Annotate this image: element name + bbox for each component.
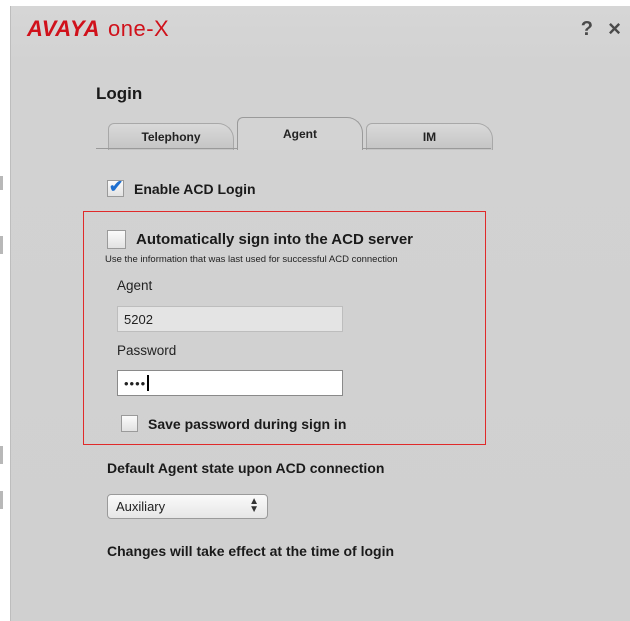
text-caret <box>147 375 150 391</box>
close-icon[interactable]: × <box>608 16 621 42</box>
brand-logo: AVAYA one-X <box>27 16 169 42</box>
tab-bar: Telephony Agent IM <box>96 117 493 150</box>
default-state-label: Default Agent state upon ACD connection <box>107 460 385 476</box>
tab-agent[interactable]: Agent <box>237 117 363 150</box>
page-title: Login <box>96 84 143 103</box>
enable-acd-label: Enable ACD Login <box>134 180 256 197</box>
left-strip <box>0 6 10 621</box>
brand-onex: one-X <box>107 16 170 41</box>
login-window: AVAYA one-X ? × Login Telephony Agent IM… <box>10 6 630 621</box>
tab-im[interactable]: IM <box>366 123 493 150</box>
auto-sign-in-hint: Use the information that was last used f… <box>105 254 398 265</box>
password-field[interactable]: •••• <box>117 370 343 396</box>
default-state-select[interactable]: Auxiliary ▲ ▼ <box>107 494 268 519</box>
agent-label: Agent <box>117 278 153 293</box>
save-password-row[interactable]: Save password during sign in <box>121 415 346 432</box>
auto-sign-in-row[interactable]: Automatically sign into the ACD server <box>107 230 413 249</box>
save-password-label: Save password during sign in <box>148 415 347 432</box>
password-label: Password <box>117 343 177 358</box>
left-mark <box>0 491 3 509</box>
enable-acd-checkbox[interactable]: ✔ <box>107 177 124 197</box>
brand-avaya: AVAYA <box>27 16 100 41</box>
save-password-checkbox[interactable] <box>121 415 138 432</box>
footer-note: Changes will take effect at the time of … <box>107 543 395 559</box>
password-value: •••• <box>124 375 147 391</box>
default-state-value: Auxiliary <box>116 499 166 514</box>
enable-acd-row[interactable]: ✔ Enable ACD Login <box>107 177 256 197</box>
checkmark-icon: ✔ <box>109 177 124 196</box>
left-mark <box>0 236 3 254</box>
auto-sign-in-label: Automatically sign into the ACD server <box>136 231 414 248</box>
help-icon[interactable]: ? <box>581 18 593 41</box>
agent-field[interactable]: 5202 <box>117 306 343 332</box>
left-mark <box>0 176 3 190</box>
auto-sign-in-checkbox[interactable] <box>107 230 126 249</box>
select-arrows-icon: ▲ ▼ <box>249 496 259 515</box>
tab-telephony[interactable]: Telephony <box>108 123 234 150</box>
left-mark <box>0 446 3 464</box>
agent-value: 5202 <box>124 311 153 327</box>
